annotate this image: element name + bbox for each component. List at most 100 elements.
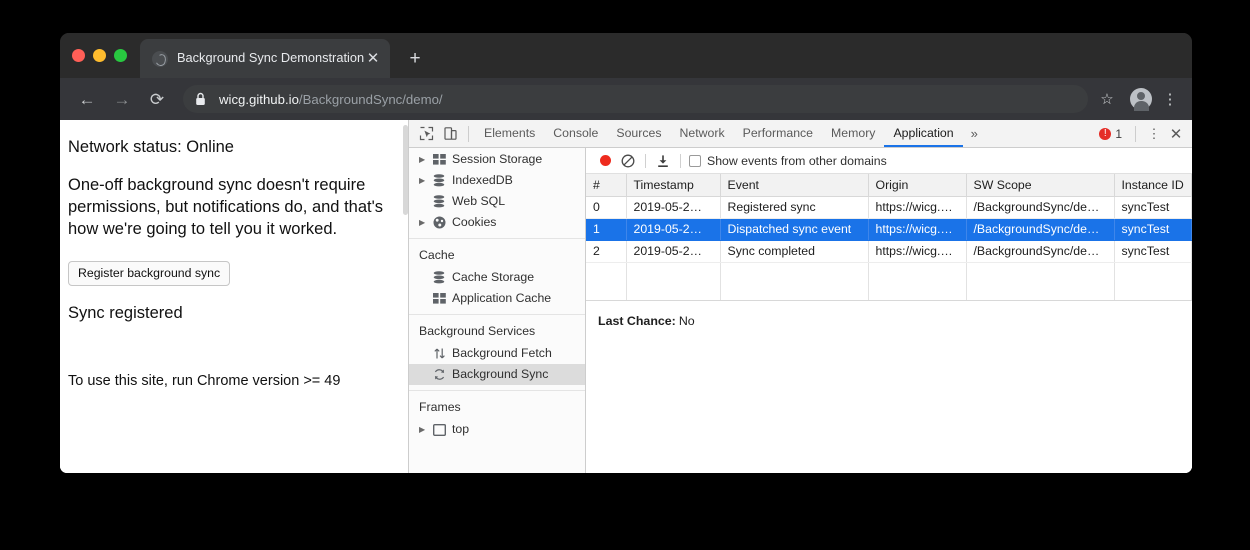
page-scrollbar[interactable] <box>403 120 408 473</box>
sidebar-item-label: Cookies <box>452 216 496 228</box>
cell-sw-scope: /BackgroundSync/de… <box>966 197 1114 219</box>
checkbox-icon[interactable] <box>689 155 701 167</box>
error-badge[interactable]: ! 1 <box>1094 127 1127 141</box>
address-bar[interactable]: wicg.github.io/BackgroundSync/demo/ <box>183 85 1088 113</box>
divider <box>680 154 681 168</box>
reload-icon[interactable]: ⟳ <box>144 86 170 112</box>
cell-instance-id: syncTest <box>1114 197 1192 219</box>
back-icon[interactable]: ← <box>74 86 100 112</box>
background-sync-toolbar: Show events from other domains <box>586 148 1192 174</box>
sidebar-item-top-frame[interactable]: ▶ top <box>409 419 585 440</box>
cell-number: 0 <box>586 197 626 219</box>
database-icon <box>431 174 447 188</box>
chevron-right-icon[interactable]: ▶ <box>419 156 431 164</box>
cell-event: Sync completed <box>720 241 868 263</box>
device-toolbar-icon[interactable] <box>438 123 462 145</box>
table-header-row: # Timestamp Event Origin SW Scope Instan… <box>586 174 1192 197</box>
tab-sources[interactable]: Sources <box>607 122 670 147</box>
sidebar-item-label: Cache Storage <box>452 271 534 283</box>
sidebar-item-cookies[interactable]: ▶ Cookies <box>409 212 585 233</box>
tab-console[interactable]: Console <box>544 122 607 147</box>
cell-timestamp: 2019-05-2… <box>626 219 720 241</box>
more-tabs-icon[interactable]: » <box>963 122 986 145</box>
chevron-right-icon[interactable]: ▶ <box>419 219 431 227</box>
divider <box>645 154 646 168</box>
cell-event: Registered sync <box>720 197 868 219</box>
sidebar-section-frames: Frames <box>409 390 585 419</box>
globe-icon <box>152 51 168 67</box>
devtools-tab-bar: Elements Console Sources Network Perform… <box>409 120 1192 148</box>
tab-application[interactable]: Application <box>884 122 962 147</box>
clear-icon[interactable] <box>616 150 640 172</box>
show-other-domains-label-text: Show events from other domains <box>707 154 887 168</box>
last-chance-detail: Last Chance:No <box>586 301 1192 328</box>
record-icon[interactable] <box>594 150 616 172</box>
maximize-window-button[interactable] <box>114 49 127 62</box>
browser-menu-icon[interactable]: ⋮ <box>1162 92 1178 107</box>
tab-memory[interactable]: Memory <box>822 122 884 147</box>
page-scrollbar-thumb[interactable] <box>403 125 408 215</box>
web-page-content: Network status: Online One-off backgroun… <box>60 120 408 473</box>
column-header-number[interactable]: # <box>586 174 626 197</box>
sidebar-item-label: Application Cache <box>452 292 551 304</box>
sidebar-item-web-sql[interactable]: ▶ Web SQL <box>409 191 585 212</box>
frame-icon <box>431 423 447 437</box>
browser-window: Background Sync Demonstration ✕ + ← → ⟳ … <box>60 33 1192 473</box>
devtools-body: ▶ Session Storage ▶ IndexedDB <box>409 148 1192 473</box>
close-window-button[interactable] <box>72 49 85 62</box>
browser-tab-title: Background Sync Demonstration <box>177 52 364 65</box>
error-count: 1 <box>1115 127 1122 141</box>
events-table-wrapper: # Timestamp Event Origin SW Scope Instan… <box>586 174 1192 301</box>
forward-icon[interactable]: → <box>109 86 135 112</box>
sidebar-item-label: Web SQL <box>452 195 505 207</box>
tab-network[interactable]: Network <box>671 122 734 147</box>
show-other-domains-toggle[interactable]: Show events from other domains <box>689 154 887 168</box>
bookmark-star-icon[interactable]: ☆ <box>1096 90 1118 108</box>
chevron-right-icon[interactable]: ▶ <box>419 426 431 434</box>
database-icon <box>431 271 447 285</box>
sidebar-item-background-sync[interactable]: Background Sync <box>409 364 585 385</box>
column-header-timestamp[interactable]: Timestamp <box>626 174 720 197</box>
devtools-close-icon[interactable]: ✕ <box>1166 123 1186 145</box>
table-row[interactable]: 2 2019-05-2… Sync completed https://wicg… <box>586 241 1192 263</box>
column-header-instance-id[interactable]: Instance ID <box>1114 174 1192 197</box>
cell-timestamp: 2019-05-2… <box>626 197 720 219</box>
devtools-sidebar: ▶ Session Storage ▶ IndexedDB <box>409 148 586 473</box>
viewport: Network status: Online One-off backgroun… <box>60 120 1192 473</box>
column-header-event[interactable]: Event <box>720 174 868 197</box>
devtools-menu-icon[interactable]: ⋮ <box>1144 123 1164 145</box>
register-background-sync-button[interactable]: Register background sync <box>68 261 230 286</box>
close-icon[interactable]: ✕ <box>364 51 382 66</box>
cell-sw-scope: /BackgroundSync/de… <box>966 241 1114 263</box>
events-table: # Timestamp Event Origin SW Scope Instan… <box>586 174 1192 301</box>
minimize-window-button[interactable] <box>93 49 106 62</box>
column-header-origin[interactable]: Origin <box>868 174 966 197</box>
inspect-element-icon[interactable] <box>414 123 438 145</box>
new-tab-button[interactable]: + <box>404 49 426 71</box>
sync-icon <box>431 368 447 382</box>
address-bar-text: wicg.github.io/BackgroundSync/demo/ <box>219 92 443 107</box>
last-chance-value: No <box>679 314 695 328</box>
cell-origin: https://wicg.… <box>868 219 966 241</box>
column-header-sw-scope[interactable]: SW Scope <box>966 174 1114 197</box>
tab-elements[interactable]: Elements <box>475 122 544 147</box>
cell-instance-id: syncTest <box>1114 219 1192 241</box>
download-icon[interactable] <box>651 150 675 172</box>
sidebar-item-indexeddb[interactable]: ▶ IndexedDB <box>409 170 585 191</box>
sidebar-item-session-storage[interactable]: ▶ Session Storage <box>409 149 585 170</box>
avatar[interactable] <box>1130 88 1152 110</box>
error-icon: ! <box>1099 128 1111 140</box>
lock-icon <box>195 92 209 106</box>
sidebar-item-label: IndexedDB <box>452 174 513 186</box>
omnibox-toolbar: ← → ⟳ wicg.github.io/BackgroundSync/demo… <box>60 78 1192 120</box>
table-row[interactable]: 1 2019-05-2… Dispatched sync event https… <box>586 219 1192 241</box>
tab-performance[interactable]: Performance <box>734 122 822 147</box>
chevron-right-icon[interactable]: ▶ <box>419 177 431 185</box>
sidebar-item-application-cache[interactable]: Application Cache <box>409 288 585 309</box>
browser-tab[interactable]: Background Sync Demonstration ✕ <box>140 39 390 78</box>
page-description-text: One-off background sync doesn't require … <box>68 175 390 241</box>
network-status-text: Network status: Online <box>68 138 392 157</box>
table-row[interactable]: 0 2019-05-2… Registered sync https://wic… <box>586 197 1192 219</box>
sidebar-item-cache-storage[interactable]: Cache Storage <box>409 267 585 288</box>
sidebar-item-background-fetch[interactable]: Background Fetch <box>409 343 585 364</box>
